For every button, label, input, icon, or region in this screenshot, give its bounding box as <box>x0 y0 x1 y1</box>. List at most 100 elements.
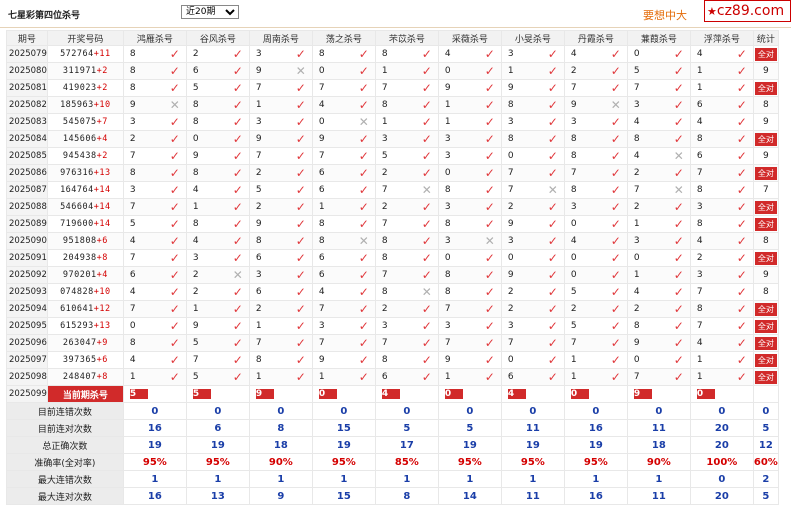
column-header-stats: 统计 <box>752 30 779 46</box>
check-icon: ✓ <box>154 45 187 63</box>
column-header-expert[interactable]: 芣苡杀号 <box>374 30 439 46</box>
check-icon: ✓ <box>658 198 691 216</box>
all-correct-badge: 全对 <box>754 370 777 384</box>
check-icon: ✓ <box>469 351 502 369</box>
check-icon: ✓ <box>721 368 754 386</box>
check-icon: ✓ <box>280 79 313 97</box>
draw-sum: +2 <box>96 83 108 93</box>
summary-value: 1 <box>248 470 313 488</box>
draw-sum: +13 <box>93 321 111 331</box>
all-correct-badge: 全对 <box>754 132 777 146</box>
kill-pick: 3 <box>437 198 470 216</box>
check-icon: ✓ <box>217 249 250 267</box>
current-kill-cell: 0 <box>563 385 596 403</box>
column-header-expert[interactable]: 蒹葭杀号 <box>626 30 691 46</box>
column-header-expert[interactable]: 浮萍杀号 <box>689 30 754 46</box>
check-icon: ✓ <box>217 147 250 165</box>
summary-row: 最大连对次数 16 13 9 15 8 14 11 16 11 20 5 <box>6 487 779 505</box>
check-icon: ✓ <box>217 79 250 97</box>
check-icon: ✓ <box>343 181 376 199</box>
check-icon: ✓ <box>154 130 187 148</box>
kill-pick: 2 <box>563 300 596 318</box>
all-correct-badge: 全对 <box>754 353 777 367</box>
check-icon: ✓ <box>721 249 754 267</box>
current-kill-cell: 4 <box>374 385 407 403</box>
column-header-expert[interactable]: 谷风杀号 <box>185 30 250 46</box>
summary-value: 2 <box>752 470 779 488</box>
kill-pick: 4 <box>689 334 722 352</box>
kill-pick: 4 <box>626 283 659 301</box>
current-kill-cell: 0 <box>689 385 722 403</box>
table-row: 2025087 164764+14 3 ✓ 4 ✓ 5 ✓ 6 ✓ 7 ✕ 8 ✓ 7 ✕ 8 ✓ 7 ✕ 8 ✓ 7 <box>6 181 779 199</box>
draw-number: 311971 <box>62 66 97 76</box>
column-header-expert[interactable]: 采薇杀号 <box>437 30 502 46</box>
check-icon: ✓ <box>280 215 313 233</box>
check-icon: ✓ <box>595 266 628 284</box>
draw-sum: +11 <box>93 49 111 59</box>
check-icon: ✓ <box>154 147 187 165</box>
kill-pick: 8 <box>563 130 596 148</box>
column-header-expert[interactable]: 鸿雁杀号 <box>122 30 187 46</box>
summary-row: 准确率(全对率) 95% 95% 90% 95% 85% 95% 95% 95% 90% 100% 6… <box>6 453 779 471</box>
kill-pick: 4 <box>563 232 596 250</box>
draw-cell: 397365+6 <box>46 351 124 369</box>
check-icon: ✓ <box>343 79 376 97</box>
check-icon: ✓ <box>595 198 628 216</box>
kill-pick: 8 <box>185 113 218 131</box>
column-header-expert[interactable]: 周南杀号 <box>248 30 313 46</box>
empty-cell <box>469 385 502 403</box>
check-icon: ✓ <box>343 300 376 318</box>
issue-number: 2025098 <box>6 368 48 386</box>
site-logo[interactable]: ★cz89.com <box>704 0 791 22</box>
column-header-expert[interactable]: 荡之杀号 <box>311 30 376 46</box>
kill-pick: 9 <box>248 130 281 148</box>
draw-cell: 615293+13 <box>46 317 124 335</box>
top-bar: 七星彩第四位杀号 近20期 要想中大 ★cz89.com <box>0 0 791 28</box>
kill-pick: 2 <box>374 198 407 216</box>
stat-cell: 全对 <box>752 164 779 182</box>
check-icon: ✓ <box>343 368 376 386</box>
kill-pick: 5 <box>374 147 407 165</box>
star-icon: ★ <box>707 5 717 18</box>
check-icon: ✓ <box>532 113 565 131</box>
period-select[interactable]: 近20期 <box>181 5 239 19</box>
draw-sum: +13 <box>93 168 111 178</box>
kill-pick: 7 <box>122 300 155 318</box>
kill-pick: 8 <box>311 45 344 63</box>
column-header-expert[interactable]: 小旻杀号 <box>500 30 565 46</box>
column-header-expert[interactable]: 丹霞杀号 <box>563 30 628 46</box>
check-icon: ✓ <box>406 130 439 148</box>
current-kill-number: 4 <box>507 389 526 399</box>
check-icon: ✓ <box>469 181 502 199</box>
check-icon: ✓ <box>721 181 754 199</box>
kill-pick: 8 <box>185 215 218 233</box>
check-icon: ✓ <box>217 351 250 369</box>
summary-value: 16 <box>563 487 628 505</box>
check-icon: ✓ <box>343 266 376 284</box>
kill-pick: 4 <box>626 113 659 131</box>
stat-cell: 9 <box>752 266 779 284</box>
kill-pick: 7 <box>626 368 659 386</box>
current-kill-number: 5 <box>192 389 211 399</box>
kill-pick: 3 <box>500 232 533 250</box>
kill-pick: 8 <box>689 215 722 233</box>
kill-pick: 7 <box>185 351 218 369</box>
kill-pick: 8 <box>185 164 218 182</box>
draw-number: 545075 <box>62 117 97 127</box>
check-icon: ✓ <box>406 351 439 369</box>
promo-text[interactable]: 要想中大 <box>643 7 687 23</box>
check-icon: ✓ <box>280 198 313 216</box>
cross-icon: ✕ <box>343 113 376 131</box>
draw-cell: 074828+10 <box>46 283 124 301</box>
check-icon: ✓ <box>154 164 187 182</box>
kill-pick: 2 <box>248 198 281 216</box>
kill-pick: 9 <box>311 130 344 148</box>
draw-sum: +4 <box>96 134 108 144</box>
draw-number: 719600 <box>60 219 94 229</box>
summary-value: 5 <box>437 419 502 437</box>
check-icon: ✓ <box>721 45 754 63</box>
kill-pick: 1 <box>248 96 281 114</box>
stat-cell: 9 <box>752 62 779 80</box>
check-icon: ✓ <box>532 45 565 63</box>
kill-pick: 7 <box>563 79 596 97</box>
